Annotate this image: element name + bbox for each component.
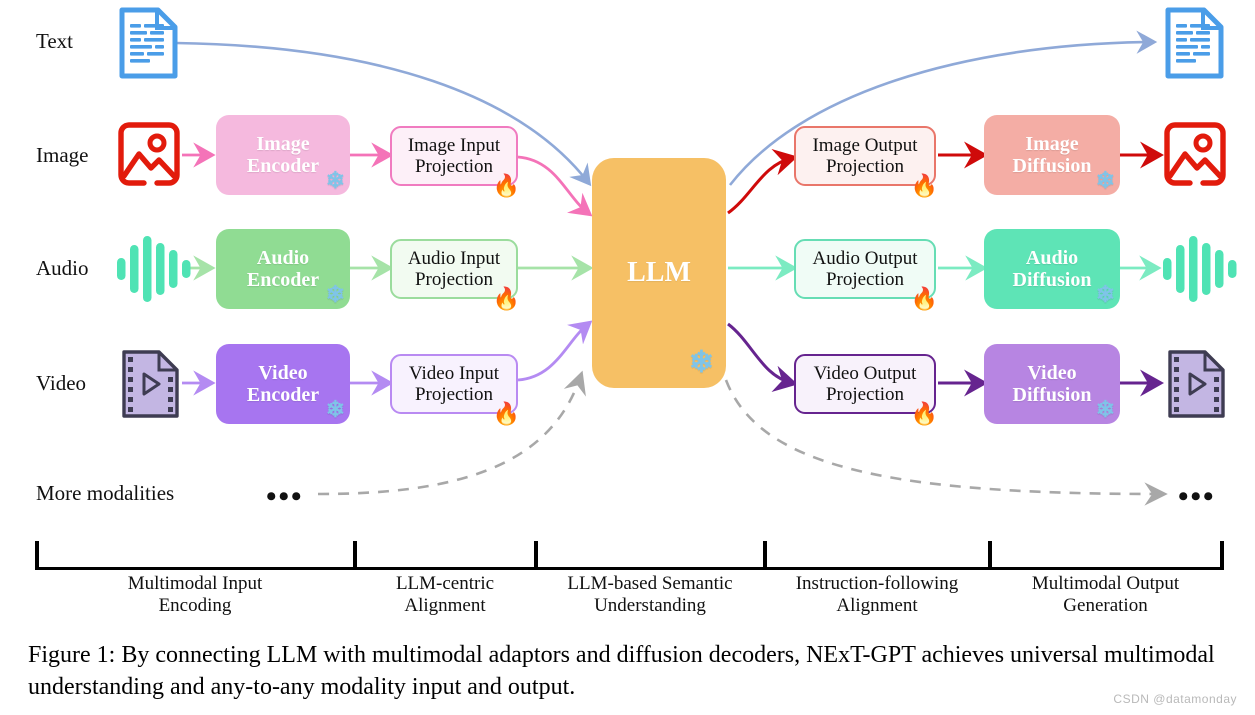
video-encoder-label-2: Encoder — [246, 384, 320, 406]
audio-encoder-label-2: Encoder — [246, 269, 320, 291]
axis-tick-6 — [1220, 541, 1224, 570]
video-input-projection-box[interactable]: Video Input Projection 🔥 — [390, 354, 520, 425]
image-diffusion-label-1: Image — [1025, 132, 1079, 155]
fire-icon: 🔥 — [492, 173, 520, 198]
more-modalities-ellipsis-right: ••• — [1178, 480, 1216, 513]
image-input-projection-label-1: Image Input — [407, 134, 501, 156]
axis-tick-3 — [534, 541, 538, 570]
flow-image-projection-to-llm — [517, 155, 593, 217]
video-encoder-label-1: Video — [258, 361, 308, 384]
video-diffusion-label-2: Diffusion — [1012, 384, 1092, 406]
figure-nextgpt-architecture: Text Image Audio Video More modalities •… — [0, 0, 1255, 715]
audio-diffusion-label-1: Audio — [1025, 246, 1079, 269]
image-encoder-box[interactable]: Image Encoder ❄ — [216, 115, 350, 195]
snowflake-icon: ❄ — [1095, 168, 1115, 193]
axis-tick-5 — [988, 541, 992, 570]
stage-label-multimodal-input-encoding: Multimodal Input Encoding — [40, 573, 350, 618]
flow-video-projection-to-llm — [517, 320, 593, 382]
snowflake-icon: ❄ — [688, 346, 714, 379]
modality-label-more-modalities: More modalities — [36, 481, 175, 505]
video-output-projection-label-1: Video Output — [813, 362, 917, 384]
fire-icon: 🔥 — [492, 401, 520, 426]
modality-label-text: Text — [36, 29, 74, 53]
llm-label: LLM — [627, 257, 691, 289]
stage-3-line-1: LLM-based Semantic — [567, 573, 733, 594]
audio-encoder-label-1: Audio — [256, 246, 310, 269]
csdn-watermark: CSDN @datamonday — [1113, 692, 1237, 706]
axis-tick-1 — [35, 541, 39, 570]
llm-box[interactable]: LLM ❄ — [592, 158, 726, 388]
video-output-projection-box[interactable]: Video Output Projection 🔥 — [794, 354, 938, 425]
stage-label-instruction-following-alignment: Instruction-following Alignment — [766, 573, 988, 618]
axis-baseline — [35, 567, 1223, 570]
stage-5-line-1: Multimodal Output — [1031, 573, 1180, 594]
image-diffusion-box[interactable]: Image Diffusion ❄ — [984, 115, 1120, 195]
snowflake-icon: ❄ — [325, 397, 345, 422]
audio-input-projection-label-1: Audio Input — [407, 247, 501, 269]
stage-2-line-2: Alignment — [404, 595, 486, 617]
audio-diffusion-box[interactable]: Audio Diffusion ❄ — [984, 229, 1120, 309]
audio-diffusion-label-2: Diffusion — [1012, 269, 1092, 291]
image-picture-icon — [118, 122, 180, 186]
axis-tick-2 — [353, 541, 357, 570]
stage-2-line-1: LLM-centric — [395, 573, 495, 594]
audio-input-projection-label-2: Projection — [414, 269, 494, 290]
image-output-projection-label-2: Projection — [825, 156, 905, 177]
stage-5-line-2: Generation — [1063, 595, 1148, 617]
video-output-projection-label-2: Projection — [825, 384, 905, 405]
fire-icon: 🔥 — [910, 286, 938, 311]
more-modalities-ellipsis-left: ••• — [266, 480, 304, 513]
snowflake-icon: ❄ — [325, 168, 345, 193]
snowflake-icon: ❄ — [1095, 282, 1115, 307]
image-output-projection-box[interactable]: Image Output Projection 🔥 — [794, 126, 938, 197]
stage-3-line-2: Understanding — [594, 595, 706, 617]
audio-output-projection-box[interactable]: Audio Output Projection 🔥 — [794, 239, 938, 310]
audio-waveform-icon — [117, 236, 191, 302]
video-diffusion-box[interactable]: Video Diffusion ❄ — [984, 344, 1120, 424]
stage-1-line-2: Encoding — [158, 595, 232, 617]
flow-llm-to-image-output-projection — [727, 148, 798, 215]
image-encoder-label-1: Image — [256, 132, 310, 155]
modality-label-video: Video — [36, 371, 87, 395]
video-diffusion-label-1: Video — [1027, 361, 1077, 384]
stage-label-multimodal-output-generation: Multimodal Output Generation — [991, 573, 1220, 618]
axis-tick-4 — [763, 541, 767, 570]
fire-icon: 🔥 — [910, 173, 938, 198]
image-output-projection-label-1: Image Output — [812, 134, 918, 156]
figure-caption: Figure 1: By connecting LLM with multimo… — [28, 642, 1215, 700]
audio-encoder-box[interactable]: Audio Encoder ❄ — [216, 229, 350, 309]
stage-label-llm-centric-alignment: LLM-centric Alignment — [356, 573, 534, 618]
fire-icon: 🔥 — [910, 401, 938, 426]
fire-icon: 🔥 — [492, 286, 520, 311]
video-film-output-icon — [1168, 350, 1225, 418]
audio-output-projection-label-2: Projection — [825, 269, 905, 290]
audio-input-projection-box[interactable]: Audio Input Projection 🔥 — [390, 239, 520, 310]
image-input-projection-label-2: Projection — [414, 156, 494, 177]
flow-llm-to-video-output-projection — [727, 322, 798, 393]
text-document-output-icon — [1165, 7, 1224, 79]
audio-output-projection-label-1: Audio Output — [812, 247, 918, 269]
image-picture-output-icon — [1164, 122, 1226, 186]
video-film-icon — [122, 350, 179, 418]
image-input-projection-box[interactable]: Image Input Projection 🔥 — [390, 126, 520, 197]
video-encoder-box[interactable]: Video Encoder ❄ — [216, 344, 350, 424]
modality-label-image: Image — [36, 143, 89, 167]
modality-label-audio: Audio — [36, 256, 89, 280]
stage-4-line-2: Alignment — [836, 595, 918, 617]
text-document-icon — [119, 7, 178, 79]
snowflake-icon: ❄ — [325, 282, 345, 307]
video-input-projection-label-2: Projection — [414, 384, 494, 405]
stage-4-line-1: Instruction-following — [795, 573, 959, 594]
snowflake-icon: ❄ — [1095, 397, 1115, 422]
stage-label-llm-based-semantic-understanding: LLM-based Semantic Understanding — [537, 573, 763, 618]
audio-waveform-output-icon — [1163, 236, 1237, 302]
image-encoder-label-2: Encoder — [246, 155, 320, 177]
image-diffusion-label-2: Diffusion — [1012, 155, 1092, 177]
video-input-projection-label-1: Video Input — [408, 362, 500, 384]
stage-1-line-1: Multimodal Input — [127, 573, 263, 594]
